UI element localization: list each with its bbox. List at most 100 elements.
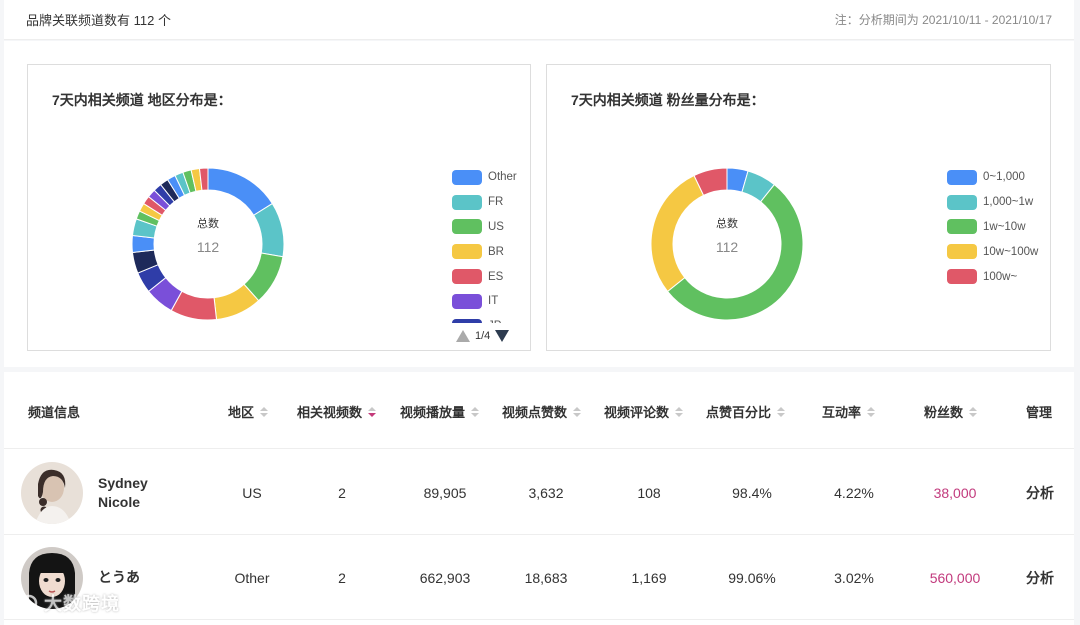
legend-swatch (452, 169, 482, 185)
legend-label: 1,000~1w (983, 196, 1034, 209)
views-cell: 89,905 (423, 484, 467, 501)
legend-label: IT (488, 295, 499, 308)
video-count-cell: 2 (338, 569, 346, 586)
legend-swatch (947, 244, 977, 260)
legend-label: Other (488, 171, 517, 184)
legend-swatch (452, 219, 482, 235)
legend-label: US (488, 220, 504, 233)
legend-label: 10w~100w (983, 245, 1039, 258)
region-legend-item[interactable]: US (452, 215, 532, 240)
col-video-comments[interactable]: 视频评论数 (604, 402, 684, 421)
legend-swatch (947, 269, 977, 285)
legend-label: BR (488, 245, 504, 258)
channel-table: 频道信息 地区 相关视频数 视频播放量 视频点赞数 视频评论数 点赞百分比 互动… (4, 372, 1074, 625)
sort-icon[interactable] (260, 406, 269, 417)
follower-legend-item[interactable]: 0~1,000 (947, 165, 1047, 190)
legend-label: FR (488, 196, 504, 209)
region-legend-item[interactable]: FR (452, 190, 532, 215)
region-cell: Other (234, 569, 270, 586)
col-video-views[interactable]: 视频播放量 (400, 402, 480, 421)
analysis-period-note: 注：分析期间为 2021/10/11 - 2021/10/17 (834, 13, 1052, 27)
legend-swatch (947, 169, 977, 185)
table-row[interactable]: とうあ Other 2 662,903 18,683 1,169 99.06% … (4, 535, 1074, 620)
region-total-label: 总数 (197, 218, 219, 230)
table-row[interactable]: Sydney Nicole US 2 89,905 3,632 108 98.4… (4, 450, 1074, 535)
like-percentage-cell: 98.4% (732, 484, 772, 501)
legend-label: ES (488, 270, 504, 283)
analyze-button[interactable]: 分析 (1018, 535, 1062, 620)
sort-icon[interactable] (675, 406, 684, 417)
legend-swatch (452, 318, 482, 323)
summary-bar: 品牌关联频道数有 112 个 注：分析期间为 2021/10/11 - 2021… (4, 0, 1074, 40)
channel-count-summary: 品牌关联频道数有 112 个 (26, 13, 171, 28)
likes-cell: 18,683 (524, 569, 568, 586)
col-like-percentage[interactable]: 点赞百分比 (706, 402, 786, 421)
legend-label: 100w~ (983, 270, 1018, 283)
sort-icon[interactable] (867, 406, 876, 417)
legend-label: 0~1,000 (983, 171, 1025, 184)
col-related-videos[interactable]: 相关视频数 (297, 402, 377, 421)
page-down-icon[interactable] (495, 330, 510, 342)
sort-icon[interactable] (471, 406, 480, 417)
sort-icon[interactable] (368, 406, 377, 417)
region-slice-other[interactable] (207, 167, 274, 216)
engagement-cell: 3.02% (834, 569, 874, 586)
follower-total-label: 总数 (716, 218, 738, 230)
followers-cell: 38,000 (933, 484, 977, 501)
region-total-value: 112 (196, 239, 220, 255)
region-legend-item[interactable]: BR (452, 239, 532, 264)
legend-swatch (452, 293, 482, 309)
col-video-likes[interactable]: 视频点赞数 (502, 402, 582, 421)
region-legend-item[interactable]: IT (452, 289, 532, 314)
table-header: 频道信息 地区 相关视频数 视频播放量 视频点赞数 视频评论数 点赞百分比 互动… (4, 372, 1074, 449)
followers-cell: 560,000 (929, 569, 981, 586)
follower-legend-item[interactable]: 1w~10w (947, 215, 1047, 240)
col-manage: 管理 (1026, 405, 1053, 420)
legend-pager: 1/4 (456, 330, 510, 342)
charts-section: 7天内相关频道 地区分布是： 总数 112 OtherFRUSBRESITJP … (4, 41, 1074, 367)
page-up-icon[interactable] (456, 330, 470, 342)
views-cell: 662,903 (419, 569, 471, 586)
legend-label: JP (488, 320, 501, 323)
follower-chart-title: 7天内相关频道 粉丝量分布是： (571, 92, 765, 108)
col-region[interactable]: 地区 (228, 402, 269, 421)
comments-cell: 108 (637, 484, 661, 501)
follower-legend-item[interactable]: 1,000~1w (947, 190, 1047, 215)
legend-page-indicator: 1/4 (475, 330, 491, 342)
sort-icon[interactable] (573, 406, 582, 417)
region-chart-title: 7天内相关频道 地区分布是： (52, 92, 232, 108)
video-count-cell: 2 (338, 484, 346, 501)
legend-swatch (452, 194, 482, 210)
col-followers[interactable]: 粉丝数 (924, 402, 978, 421)
likes-cell: 3,632 (528, 484, 564, 501)
watermark-logo-icon (8, 594, 38, 612)
sort-icon[interactable] (777, 406, 786, 417)
sort-icon[interactable] (969, 406, 978, 417)
legend-label: 1w~10w (983, 220, 1026, 233)
channel-name[interactable]: Sydney Nicole (98, 450, 178, 535)
legend-swatch (452, 269, 482, 285)
like-percentage-cell: 99.06% (728, 569, 776, 586)
col-channel-info: 频道信息 (28, 405, 81, 420)
region-legend-item[interactable]: JP (452, 314, 532, 323)
legend-swatch (947, 194, 977, 210)
watermark: 大数跨境 (8, 590, 120, 616)
comments-cell: 1,169 (631, 569, 667, 586)
legend-swatch (452, 244, 482, 260)
analyze-button[interactable]: 分析 (1018, 450, 1062, 535)
legend-swatch (947, 219, 977, 235)
region-cell: US (242, 484, 262, 501)
col-engagement-rate[interactable]: 互动率 (822, 402, 876, 421)
avatar[interactable] (21, 462, 83, 524)
follower-legend: 0~1,000 1,000~1w 1w~10w 10w~100w 100w~ (947, 165, 1047, 295)
follower-legend-item[interactable]: 100w~ (947, 264, 1047, 289)
region-legend-item[interactable]: ES (452, 264, 532, 289)
region-legend-item[interactable]: Other (452, 165, 532, 190)
watermark-text: 大数跨境 (44, 594, 120, 614)
follower-total-value: 112 (715, 239, 739, 255)
engagement-cell: 4.22% (834, 484, 874, 501)
region-legend: Other FR US BR ES IT JP (452, 165, 532, 323)
region-distribution-card: 7天内相关频道 地区分布是： 总数 112 OtherFRUSBRESITJP … (27, 64, 531, 351)
follower-legend-item[interactable]: 10w~100w (947, 239, 1047, 264)
follower-slice-10w-100w[interactable] (650, 174, 705, 293)
